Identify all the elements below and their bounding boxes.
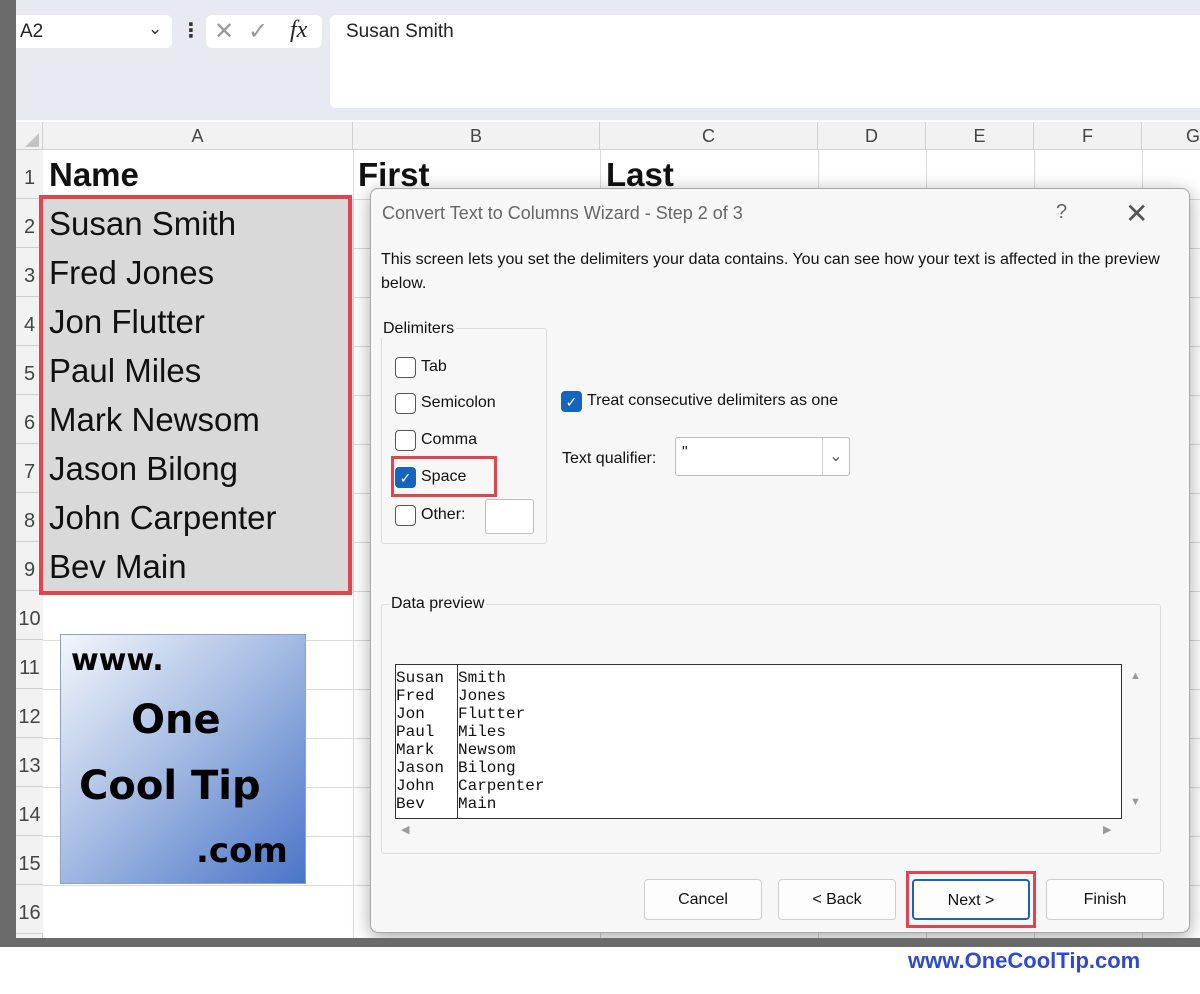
next-highlight <box>906 871 1036 928</box>
treat-consecutive-label: Treat consecutive delimiters as one <box>587 392 839 409</box>
formula-input[interactable]: Susan Smith <box>330 15 1200 108</box>
other-delimiter-input[interactable] <box>485 499 534 534</box>
tab-checkbox[interactable] <box>395 357 416 378</box>
dialog-title: Convert Text to Columns Wizard - Step 2 … <box>382 203 743 223</box>
tab-label: Tab <box>421 358 447 375</box>
name-box-value: A2 <box>20 21 44 42</box>
semicolon-label: Semicolon <box>421 394 496 411</box>
selection-highlight <box>39 195 352 595</box>
preview-cell: Fred <box>396 687 435 705</box>
preview-cell: John <box>396 777 435 795</box>
preview-cell: Bilong <box>458 759 516 777</box>
site-watermark: www.OneCoolTip.com <box>908 948 1141 973</box>
more-options-icon[interactable]: ⋮ <box>181 16 201 46</box>
preview-cell: Jason <box>396 759 445 777</box>
grid-line <box>353 150 354 938</box>
scroll-left-icon[interactable]: ◀ <box>401 823 409 836</box>
formula-value: Susan Smith <box>346 21 454 42</box>
insert-function-icon[interactable]: fx <box>290 17 307 44</box>
row-header[interactable]: 10 <box>16 591 43 640</box>
row-header[interactable]: 16 <box>16 885 43 934</box>
preview-cell: Mark <box>396 741 435 759</box>
preview-cell: Bev <box>396 795 425 813</box>
cancel-entry-icon[interactable]: ✕ <box>214 17 234 46</box>
row-header[interactable]: 13 <box>16 738 43 787</box>
row-header[interactable]: 15 <box>16 836 43 885</box>
scroll-up-icon[interactable]: ▲ <box>1130 670 1141 682</box>
screenshot-frame: A2 ⌄ ⋮ ✕ ✓ fx Susan Smith A B C D E F G <box>0 0 1200 947</box>
back-button[interactable]: < Back <box>778 879 896 920</box>
preview-cell: Paul <box>396 723 435 741</box>
column-header-f[interactable]: F <box>1034 122 1142 150</box>
frame-bottom-edge <box>0 938 1200 947</box>
column-header-c[interactable]: C <box>600 122 818 150</box>
logo-line: www. <box>71 643 164 678</box>
frame-left-edge <box>0 0 16 947</box>
preview-cell: Jon <box>396 705 425 723</box>
row-header[interactable]: 12 <box>16 689 43 738</box>
cancel-button[interactable]: Cancel <box>644 879 762 920</box>
row-header[interactable]: 11 <box>16 640 43 689</box>
select-all-icon <box>25 133 39 147</box>
other-label: Other: <box>421 506 466 523</box>
name-box[interactable]: A2 ⌄ <box>16 15 172 48</box>
column-headers: A B C D E F G <box>16 122 1200 150</box>
formula-bar: A2 ⌄ ⋮ ✕ ✓ fx Susan Smith <box>16 0 1200 120</box>
preview-cell: Jones <box>458 687 507 705</box>
text-qualifier-value: " <box>682 444 688 461</box>
preview-cell: Susan <box>396 669 445 687</box>
column-header-e[interactable]: E <box>926 122 1034 150</box>
row-header[interactable]: 1 <box>16 150 43 199</box>
formula-buttons: ✕ ✓ fx <box>206 15 322 48</box>
preview-cell: Miles <box>458 723 507 741</box>
column-header-d[interactable]: D <box>818 122 926 150</box>
preview-cell: Flutter <box>458 705 526 723</box>
column-header-b[interactable]: B <box>353 122 600 150</box>
chevron-down-icon[interactable]: ⌄ <box>148 19 162 39</box>
horizontal-scrollbar[interactable]: ◀ ▶ <box>395 819 1122 841</box>
delimiters-label: Delimiters <box>381 320 457 338</box>
preview-cell: Smith <box>458 669 507 687</box>
dialog-instructions: This screen lets you set the delimiters … <box>381 251 1160 292</box>
column-header-a[interactable]: A <box>43 122 353 150</box>
check-icon[interactable]: ✓ <box>561 391 582 412</box>
logo-line: .com <box>196 831 288 871</box>
finish-button[interactable]: Finish <box>1046 879 1164 920</box>
chevron-down-icon[interactable]: ⌄ <box>822 438 849 475</box>
preview-cell: Main <box>458 795 497 813</box>
space-highlight <box>391 456 497 497</box>
scroll-right-icon[interactable]: ▶ <box>1103 823 1111 836</box>
logo-line: One <box>131 697 221 743</box>
preview-cell: Newsom <box>458 741 516 759</box>
data-preview-label: Data preview <box>389 595 487 613</box>
logo-line: Cool Tip <box>79 763 261 809</box>
onecooltip-logo: www. One Cool Tip .com <box>60 634 306 884</box>
enter-check-icon[interactable]: ✓ <box>248 17 268 46</box>
column-header-g[interactable]: G <box>1142 122 1200 150</box>
excel-window: A2 ⌄ ⋮ ✕ ✓ fx Susan Smith A B C D E F G <box>16 0 1200 938</box>
semicolon-checkbox[interactable] <box>395 393 416 414</box>
vertical-scrollbar[interactable]: ▲ ▼ <box>1122 664 1150 841</box>
cell-a1[interactable]: Name <box>49 156 139 194</box>
comma-checkbox[interactable] <box>395 430 416 451</box>
select-all-corner[interactable] <box>16 122 43 150</box>
text-qualifier-select[interactable]: " ⌄ <box>675 437 850 476</box>
other-checkbox[interactable] <box>395 505 416 526</box>
data-preview-box[interactable]: Susan Smith Fred Jones Jon Flutter Paul Mile… <box>395 664 1122 819</box>
close-icon[interactable]: ✕ <box>1125 197 1148 230</box>
scroll-down-icon[interactable]: ▼ <box>1130 796 1141 808</box>
text-qualifier-label: Text qualifier: <box>562 450 657 467</box>
row-header[interactable]: 14 <box>16 787 43 836</box>
convert-text-dialog: Convert Text to Columns Wizard - Step 2 … <box>370 188 1190 933</box>
comma-label: Comma <box>421 431 478 448</box>
preview-cell: Carpenter <box>458 777 545 795</box>
help-icon[interactable]: ? <box>1056 201 1067 224</box>
